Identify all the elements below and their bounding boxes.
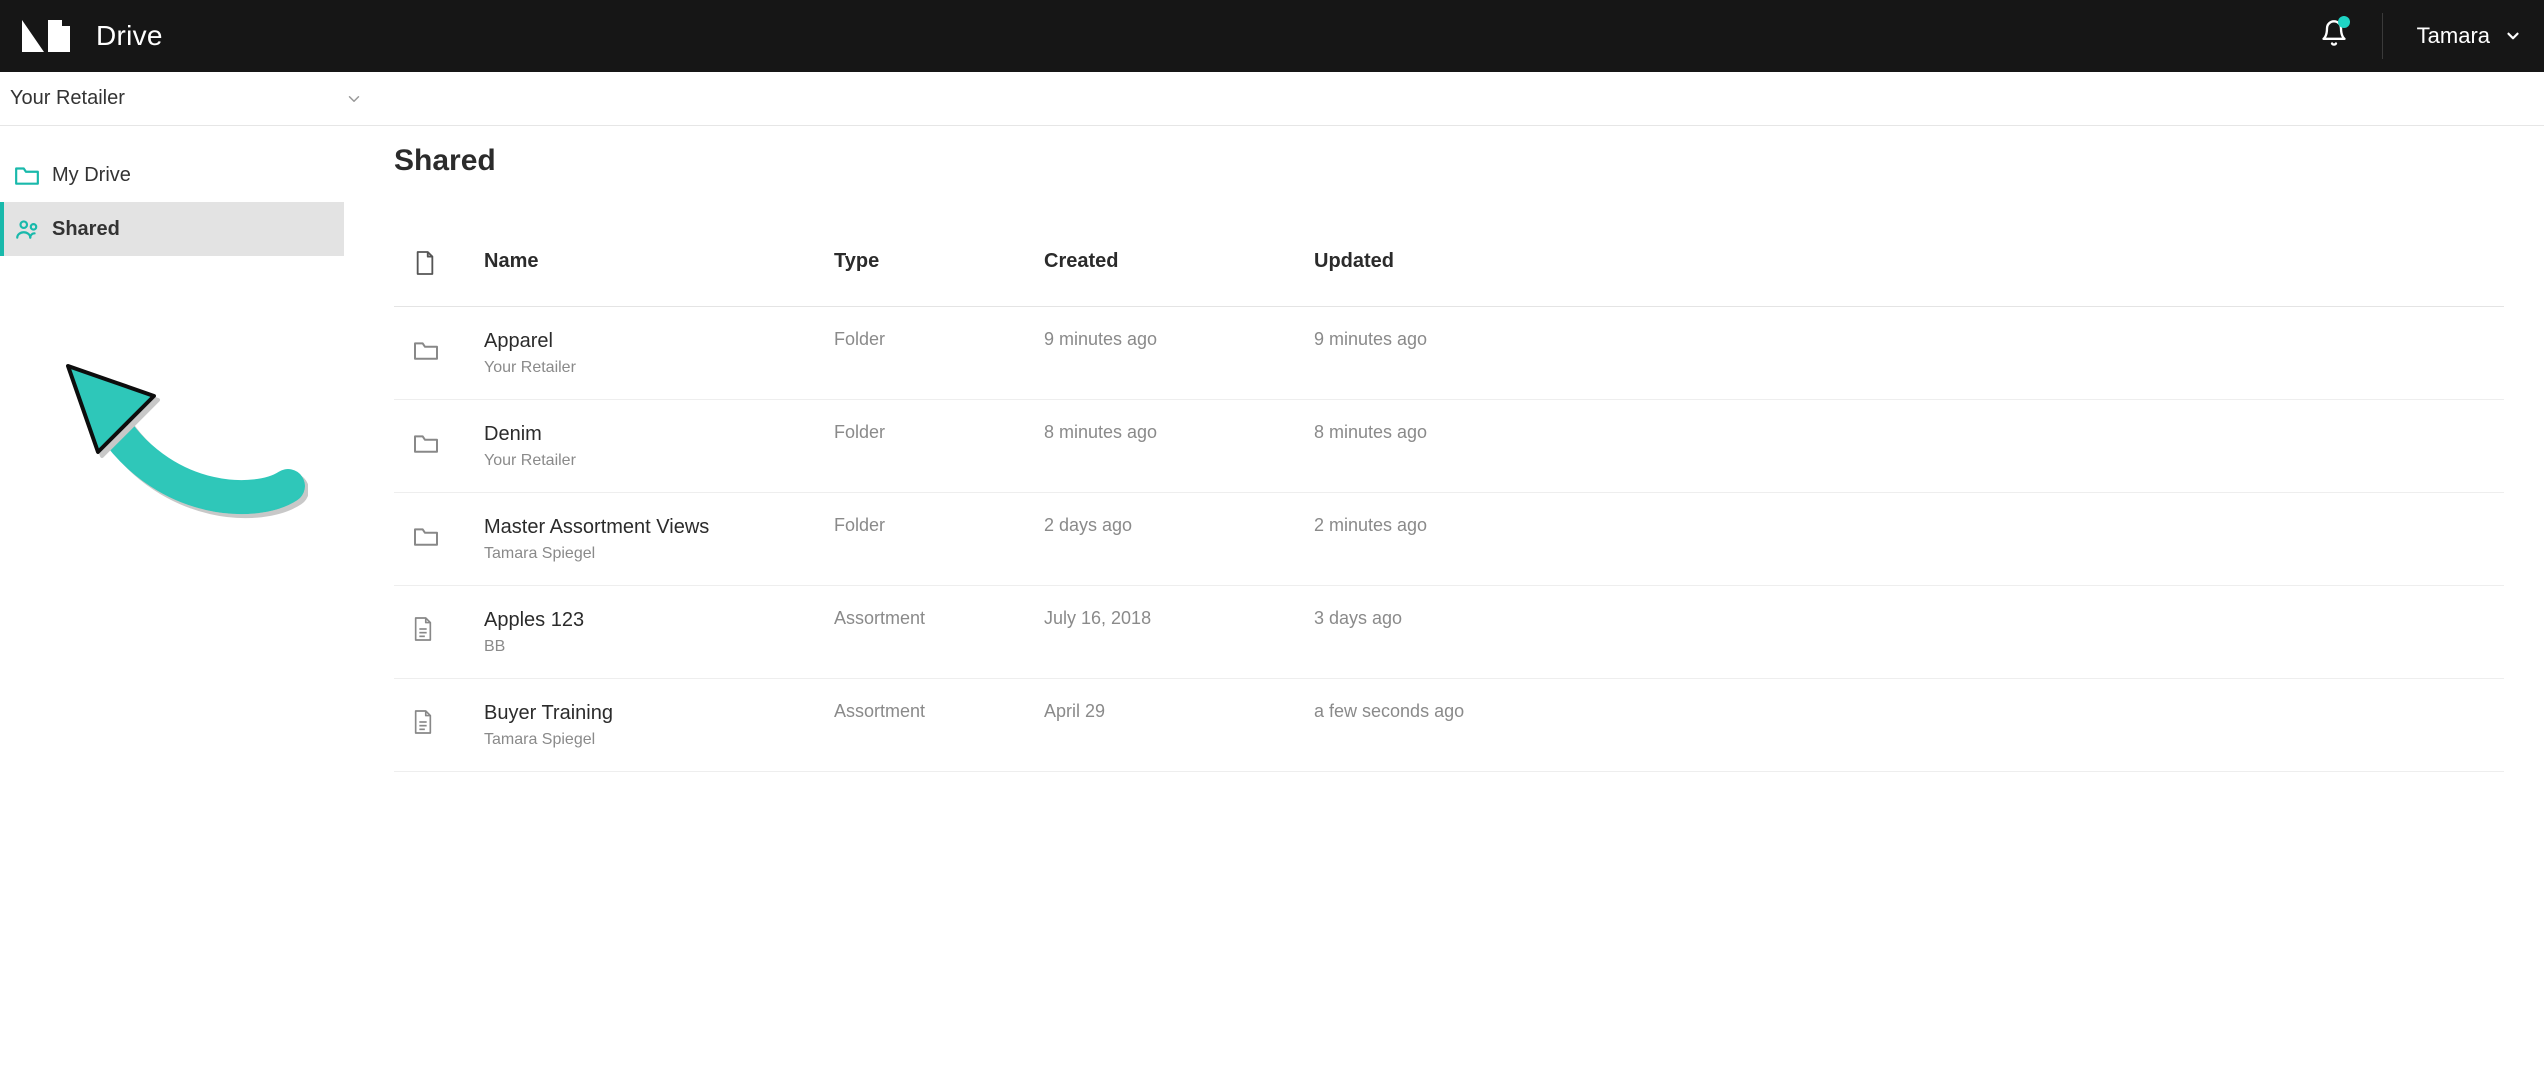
row-updated: 8 minutes ago (1314, 400, 2504, 493)
row-icon (394, 493, 484, 586)
row-title: Master Assortment Views (484, 515, 834, 539)
row-name-cell: Master Assortment Views Tamara Spiegel (484, 493, 834, 586)
chevron-down-icon (2504, 27, 2522, 45)
row-title: Denim (484, 422, 834, 446)
column-header-type[interactable]: Type (834, 232, 1044, 307)
topbar: Drive Tamara (0, 0, 2544, 72)
sidebar: My Drive Shared (0, 126, 344, 772)
row-icon (394, 679, 484, 772)
sidebar-item-my-drive[interactable]: My Drive (0, 148, 344, 202)
chevron-down-icon (345, 90, 363, 108)
document-icon (412, 709, 434, 735)
retailer-bar: Your Retailer (0, 72, 2544, 126)
table-row[interactable]: DenimYour RetailerFolder8 minutes ago8 m… (394, 400, 2504, 493)
row-name-cell: Denim Your Retailer (484, 400, 834, 493)
row-subtitle: Tamara Spiegel (484, 545, 834, 563)
notification-dot (2338, 16, 2350, 28)
folder-icon (412, 432, 440, 454)
folder-icon (14, 164, 40, 186)
column-header-icon (394, 232, 484, 307)
row-updated: 2 minutes ago (1314, 493, 2504, 586)
sidebar-item-shared[interactable]: Shared (0, 202, 344, 256)
row-type: Assortment (834, 679, 1044, 772)
annotation-arrow (58, 356, 308, 536)
app-title: Drive (96, 20, 163, 52)
table-header-row: Name Type Created Updated (394, 232, 2504, 307)
row-name-cell: Apples 123 BB (484, 586, 834, 679)
table-row[interactable]: Apples 123 BBAssortmentJuly 16, 20183 day… (394, 586, 2504, 679)
notifications-button[interactable] (2320, 18, 2348, 54)
row-type: Folder (834, 307, 1044, 400)
row-icon (394, 400, 484, 493)
brand-logo (22, 16, 70, 56)
row-created: 9 minutes ago (1044, 307, 1314, 400)
table-row[interactable]: Buyer Training Tamara SpiegelAssortmentAp… (394, 679, 2504, 772)
table-row[interactable]: Master Assortment Views Tamara SpiegelFol… (394, 493, 2504, 586)
folder-icon (412, 339, 440, 361)
retailer-select[interactable]: Your Retailer (10, 87, 363, 110)
user-menu[interactable]: Tamara (2417, 23, 2522, 49)
retailer-name: Your Retailer (10, 87, 125, 110)
row-subtitle: Tamara Spiegel (484, 731, 834, 749)
document-icon (414, 250, 436, 276)
shared-icon (14, 218, 40, 240)
items-table: Name Type Created Updated Apparel Your Re… (394, 232, 2504, 772)
column-header-name[interactable]: Name (484, 232, 834, 307)
topbar-divider (2382, 13, 2383, 59)
row-subtitle: BB (484, 638, 834, 656)
column-header-updated[interactable]: Updated (1314, 232, 2504, 307)
user-name: Tamara (2417, 23, 2490, 49)
row-title: Buyer Training (484, 701, 834, 725)
row-created: July 16, 2018 (1044, 586, 1314, 679)
row-subtitle: Your Retailer (484, 359, 834, 377)
row-updated: a few seconds ago (1314, 679, 2504, 772)
row-created: 2 days ago (1044, 493, 1314, 586)
row-type: Folder (834, 493, 1044, 586)
row-name-cell: Apparel Your Retailer (484, 307, 834, 400)
main-content: Shared Name Type Created Updated (344, 126, 2544, 772)
row-name-cell: Buyer Training Tamara Spiegel (484, 679, 834, 772)
row-subtitle: Your Retailer (484, 452, 834, 470)
row-title: Apparel (484, 329, 834, 353)
row-created: April 29 (1044, 679, 1314, 772)
row-created: 8 minutes ago (1044, 400, 1314, 493)
row-type: Folder (834, 400, 1044, 493)
row-type: Assortment (834, 586, 1044, 679)
sidebar-item-label: My Drive (52, 164, 131, 187)
table-row[interactable]: ApparelYour RetailerFolder9 minutes ago9… (394, 307, 2504, 400)
folder-icon (412, 525, 440, 547)
row-icon (394, 586, 484, 679)
row-updated: 9 minutes ago (1314, 307, 2504, 400)
document-icon (412, 616, 434, 642)
row-icon (394, 307, 484, 400)
page-title: Shared (394, 144, 2504, 178)
row-title: Apples 123 (484, 608, 834, 632)
column-header-created[interactable]: Created (1044, 232, 1314, 307)
row-updated: 3 days ago (1314, 586, 2504, 679)
sidebar-item-label: Shared (52, 218, 120, 241)
